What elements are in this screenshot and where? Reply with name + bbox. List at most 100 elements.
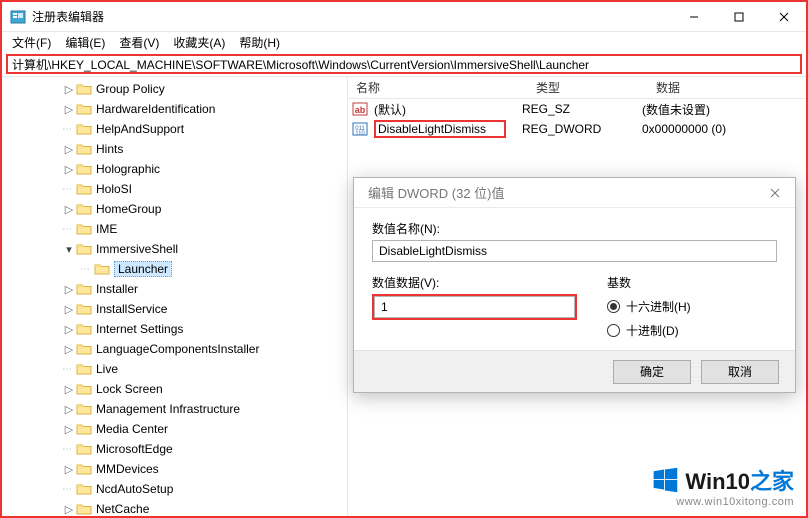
tree-item[interactable]: ⋯Launcher (2, 259, 347, 279)
folder-icon (94, 262, 110, 276)
tree-item-label: MicrosoftEdge (96, 442, 173, 456)
close-button[interactable] (761, 2, 806, 32)
tree-item-label: HardwareIdentification (96, 102, 215, 116)
chevron-right-icon[interactable]: ▷ (62, 422, 76, 436)
tree-item[interactable]: ▷LanguageComponentsInstaller (2, 339, 347, 359)
value-data-field[interactable] (374, 296, 575, 318)
tree-item-label: NcdAutoSetup (96, 482, 173, 496)
tree-item[interactable]: ▷ Group Policy (2, 79, 347, 99)
tree-leaf-icon: ⋯ (62, 362, 76, 376)
radio-hex[interactable]: 十六进制(H) (607, 294, 691, 318)
chevron-right-icon[interactable]: ▷ (62, 102, 76, 116)
tree-leaf-icon: ⋯ (62, 442, 76, 456)
tree-item[interactable]: ▷HomeGroup (2, 199, 347, 219)
folder-icon (76, 102, 92, 116)
tree-item-label: ImmersiveShell (96, 242, 178, 256)
chevron-right-icon[interactable]: ▷ (62, 342, 76, 356)
value-row[interactable]: ab(默认)REG_SZ(数值未设置) (348, 99, 806, 119)
chevron-right-icon[interactable]: ▷ (62, 462, 76, 476)
chevron-right-icon[interactable]: ▷ (62, 142, 76, 156)
folder-icon (76, 282, 92, 296)
dialog-title: 编辑 DWORD (32 位)值 (368, 183, 755, 202)
edit-dword-dialog: 编辑 DWORD (32 位)值 数值名称(N): 数值数据(V): 基数 (353, 177, 796, 393)
folder-icon (76, 202, 92, 216)
col-data[interactable]: 数据 (648, 79, 806, 96)
tree-item[interactable]: ⋯NcdAutoSetup (2, 479, 347, 499)
tree-item-label: Group Policy (96, 82, 165, 96)
value-data: 0x00000000 (0) (642, 122, 806, 136)
titlebar: 注册表编辑器 (2, 2, 806, 32)
dialog-close-button[interactable] (755, 178, 795, 208)
col-name[interactable]: 名称 (348, 79, 528, 96)
value-name: (默认) (374, 101, 406, 118)
reg-dword-icon: 011110 (352, 121, 368, 137)
chevron-right-icon[interactable]: ▷ (62, 502, 76, 516)
tree-pane: ▷ Group Policy ▷ HardwareIdentification ⋯Hel… (2, 77, 348, 516)
tree-item[interactable]: ▷Media Center (2, 419, 347, 439)
tree-item-label: Installer (96, 282, 138, 296)
tree-item[interactable]: ⋯ MicrosoftEdge (2, 439, 347, 459)
chevron-right-icon[interactable]: ▷ (62, 302, 76, 316)
tree-item[interactable]: ▷InstallService (2, 299, 347, 319)
folder-icon (76, 82, 92, 96)
menu-favorites[interactable]: 收藏夹(A) (167, 32, 231, 53)
tree-item[interactable]: ▷ HardwareIdentification (2, 99, 347, 119)
menu-file[interactable]: 文件(F) (6, 32, 57, 53)
tree-item-label: MMDevices (96, 462, 159, 476)
chevron-right-icon[interactable]: ▷ (62, 82, 76, 96)
svg-text:110: 110 (355, 131, 365, 137)
value-row[interactable]: 011110 DisableLightDismiss REG_DWORD0x0000… (348, 119, 806, 139)
col-type[interactable]: 类型 (528, 79, 648, 96)
window-title: 注册表编辑器 (32, 8, 671, 25)
tree-item[interactable]: ▷Lock Screen (2, 379, 347, 399)
value-name: DisableLightDismiss (374, 120, 506, 138)
tree-item[interactable]: ⋯IME (2, 219, 347, 239)
windows-logo-icon (651, 466, 679, 494)
tree-item-label: Launcher (114, 261, 172, 277)
tree-leaf-icon: ⋯ (62, 222, 76, 236)
menu-edit[interactable]: 编辑(E) (59, 32, 111, 53)
chevron-down-icon[interactable]: ▾ (62, 242, 76, 256)
value-type: REG_DWORD (522, 122, 642, 136)
tree-item[interactable]: ▷NetCache (2, 499, 347, 516)
folder-icon (76, 182, 92, 196)
value-data-label: 数值数据(V): (372, 274, 577, 291)
value-name-label: 数值名称(N): (372, 220, 777, 237)
chevron-right-icon[interactable]: ▷ (62, 322, 76, 336)
tree-item[interactable]: ▷Management Infrastructure (2, 399, 347, 419)
tree-item[interactable]: ⋯HoloSI (2, 179, 347, 199)
menu-help[interactable]: 帮助(H) (233, 32, 286, 53)
ok-button[interactable]: 确定 (613, 360, 691, 384)
tree-item[interactable]: ▷Hints (2, 139, 347, 159)
tree-item[interactable]: ▾ ImmersiveShell (2, 239, 347, 259)
list-pane: 名称 类型 数据 ab(默认)REG_SZ(数值未设置)011110Disabl… (348, 77, 806, 516)
maximize-button[interactable] (716, 2, 761, 32)
tree-item[interactable]: ▷Internet Settings (2, 319, 347, 339)
address-bar[interactable]: 计算机\HKEY_LOCAL_MACHINE\SOFTWARE\Microsof… (6, 54, 802, 74)
radio-dec[interactable]: 十进制(D) (607, 318, 691, 342)
chevron-right-icon[interactable]: ▷ (62, 282, 76, 296)
chevron-right-icon[interactable]: ▷ (62, 382, 76, 396)
dialog-buttons: 确定 取消 (354, 350, 795, 392)
value-name-field[interactable] (372, 240, 777, 262)
chevron-right-icon[interactable]: ▷ (62, 402, 76, 416)
regedit-icon (10, 9, 26, 25)
chevron-right-icon[interactable]: ▷ (62, 202, 76, 216)
svg-text:ab: ab (355, 105, 366, 115)
tree-leaf-icon: ⋯ (62, 182, 76, 196)
minimize-button[interactable] (671, 2, 716, 32)
menu-view[interactable]: 查看(V) (113, 32, 165, 53)
cancel-button[interactable]: 取消 (701, 360, 779, 384)
folder-icon (76, 362, 92, 376)
chevron-right-icon[interactable]: ▷ (62, 162, 76, 176)
value-type: REG_SZ (522, 102, 642, 116)
base-label: 基数 (607, 274, 691, 291)
folder-icon (76, 382, 92, 396)
tree-item[interactable]: ⋯HelpAndSupport (2, 119, 347, 139)
tree-item[interactable]: ▷Holographic (2, 159, 347, 179)
tree-item[interactable]: ▷ Installer (2, 279, 347, 299)
folder-icon (76, 402, 92, 416)
tree-item[interactable]: ▷ MMDevices (2, 459, 347, 479)
tree-item[interactable]: ⋯Live (2, 359, 347, 379)
folder-icon (76, 322, 92, 336)
